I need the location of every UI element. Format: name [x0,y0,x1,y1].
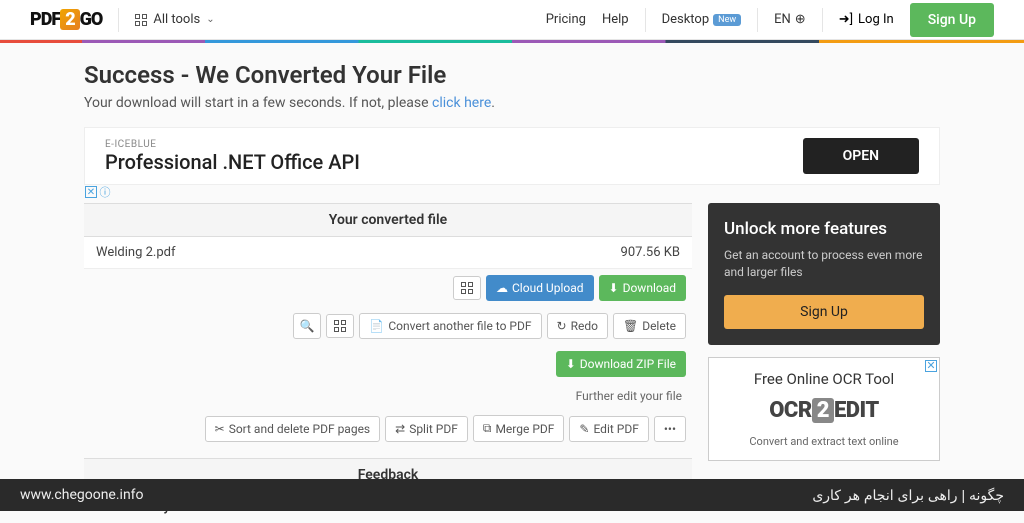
converted-panel: Your converted file Welding 2.pdf 907.56… [84,203,692,523]
more-button[interactable]: ••• [654,416,686,442]
divider [757,8,758,32]
ad-banner[interactable]: E-ICEBLUE Professional .NET Office API O… [84,127,940,185]
unlock-features-box: Unlock more features Get an account to p… [708,203,940,345]
login-button[interactable]: ➜] Log In [839,12,894,27]
converted-header: Your converted file [84,203,692,237]
sort-pages-button[interactable]: ✂Sort and delete PDF pages [205,416,380,442]
file-size: 907.56 KB [621,245,680,260]
qr-button[interactable] [453,276,481,300]
scissors-icon: ✂ [215,422,225,436]
nav-desktop[interactable]: Desktop New [662,12,742,27]
ocr-subtitle: Convert and extract text online [717,435,931,448]
ocr-ad-box[interactable]: ✕ Free Online OCR Tool OCR2EDIT Convert … [708,357,940,461]
ocr-logo: OCR2EDIT [717,398,931,423]
file-row: Welding 2.pdf 907.56 KB [84,237,692,269]
search-icon: 🔍 [300,319,315,333]
click-here-link[interactable]: click here [432,95,491,111]
qr-button-2[interactable] [326,314,354,338]
delete-button[interactable]: 🗑Delete [613,313,686,339]
merge-pdf-button[interactable]: ⧉Merge PDF [473,415,565,442]
unlock-text: Get an account to process even more and … [724,247,924,281]
top-header: PDF2GO All tools ⌄ Pricing Help Desktop … [0,0,1024,40]
file-name: Welding 2.pdf [96,245,175,260]
ad-marker: ✕ ⓘ [85,186,111,198]
new-badge: New [713,14,741,26]
site-logo[interactable]: PDF2GO [30,9,102,30]
ad-brand: E-ICEBLUE [105,139,803,150]
edit-pdf-button[interactable]: ✎Edit PDF [569,416,648,442]
cloud-upload-button[interactable]: ☁Cloud Upload [486,275,594,301]
download-icon: ⬇ [566,357,576,371]
ocr-heading: Free Online OCR Tool [717,370,931,388]
footer-slogan: چگونه | راهی برای انجام هر کاری [812,487,1004,504]
nav-help[interactable]: Help [602,12,629,27]
logo-text-2: 2 [60,9,79,30]
search-button[interactable]: 🔍 [293,313,321,339]
logo-text-pdf: PDF [30,9,60,30]
redo-button[interactable]: ↻Redo [547,313,608,339]
download-icon: ⬇ [609,281,619,295]
login-label: Log In [858,12,894,27]
footer-url: www.chegoone.info [20,487,144,503]
language-selector[interactable]: EN ⊕ [774,12,806,27]
qr-icon [461,282,473,294]
trash-icon: 🗑 [623,319,638,333]
unlock-title: Unlock more features [724,219,924,239]
lang-label: EN [774,12,791,27]
download-zip-button[interactable]: ⬇Download ZIP File [556,351,686,377]
page-subtitle: Your download will start in a few second… [84,95,940,111]
login-icon: ➜] [839,12,853,27]
divider [822,8,823,32]
nav-pricing[interactable]: Pricing [546,12,586,27]
convert-another-button[interactable]: 📄Convert another file to PDF [359,313,541,339]
page-title: Success - We Converted Your File [84,61,940,89]
logo-text-go: GO [80,9,103,30]
edit-icon: ✎ [579,422,589,436]
split-pdf-button[interactable]: ⇄Split PDF [385,416,468,442]
ad-close-icon[interactable]: ✕ [85,186,97,198]
divider [118,8,119,32]
file-icon: 📄 [369,319,384,333]
chevron-down-icon: ⌄ [206,14,214,25]
globe-icon: ⊕ [795,12,806,27]
desktop-label: Desktop [662,12,710,27]
all-tools-label: All tools [153,12,200,27]
split-icon: ⇄ [395,422,405,436]
further-edit-label: Further edit your file [84,383,692,409]
grid-icon [135,14,147,26]
all-tools-menu[interactable]: All tools ⌄ [135,12,214,27]
divider [645,8,646,32]
footer-bar: www.chegoone.info چگونه | راهی برای انجا… [0,479,1024,511]
merge-icon: ⧉ [483,421,492,436]
ad-title: Professional .NET Office API [105,150,803,174]
signup-button[interactable]: Sign Up [910,3,994,37]
ad-open-button[interactable]: OPEN [803,138,919,174]
unlock-signup-button[interactable]: Sign Up [724,295,924,329]
download-button[interactable]: ⬇Download [599,275,686,301]
redo-icon: ↻ [557,319,567,333]
ad-close-icon[interactable]: ✕ [925,360,937,372]
qr-icon [334,320,346,332]
cloud-icon: ☁ [496,281,508,295]
ad-info-icon[interactable]: ⓘ [99,186,111,198]
